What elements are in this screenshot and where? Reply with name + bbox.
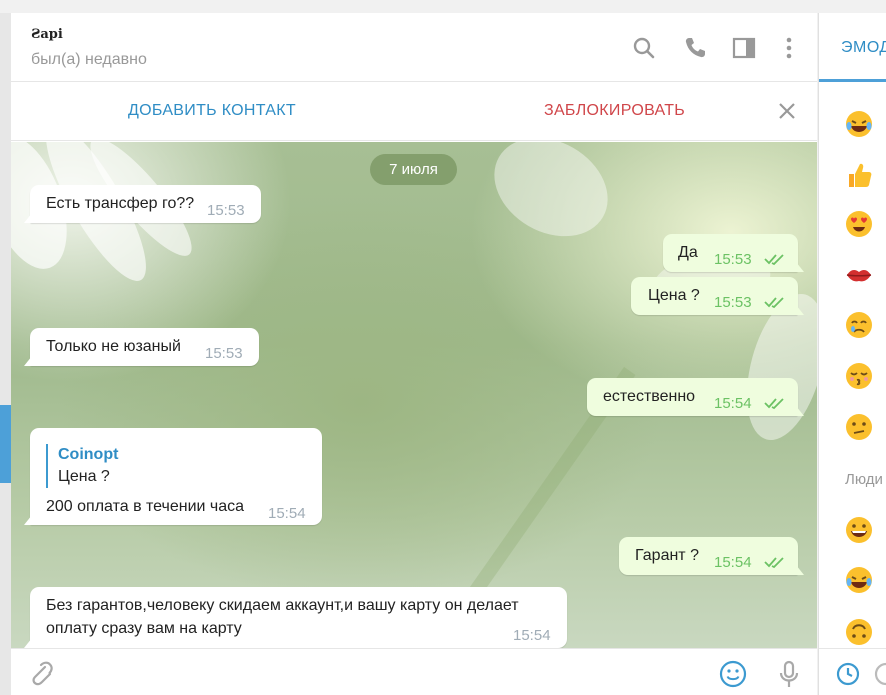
crying-icon[interactable] <box>843 309 875 341</box>
message-time: 15:53 <box>714 251 752 268</box>
message-time: 15:54 <box>714 554 752 571</box>
date-separator: 7 июля <box>370 154 457 185</box>
emoji-section-people: Люди <box>845 471 883 488</box>
bubble-tail <box>24 515 32 525</box>
message-text-line: Без гарантов,человеку скидаем аккаунт,и … <box>46 597 519 614</box>
message-text: Да <box>678 244 698 261</box>
kissing-closed-eyes-icon[interactable] <box>843 360 875 392</box>
bubble-tail <box>24 356 32 366</box>
active-chat-indicator[interactable] <box>0 405 11 483</box>
top-strip <box>0 0 886 13</box>
bubble-tail <box>796 305 804 315</box>
message-composer <box>11 648 817 695</box>
bubble-tail <box>796 406 804 416</box>
message-bubble-in[interactable]: Coinopt Цена ? 200 оплата в течении часа… <box>24 428 322 525</box>
message-time: 15:54 <box>268 505 306 522</box>
attach-icon[interactable] <box>25 659 55 689</box>
bubble-tail <box>796 262 804 272</box>
microphone-icon[interactable] <box>774 659 804 689</box>
chat-status: был(а) недавно <box>31 51 147 68</box>
double-check-icon <box>764 297 784 309</box>
message-text: Есть трансфер го?? <box>46 195 195 212</box>
recent-clock-icon[interactable] <box>835 661 861 687</box>
double-check-icon <box>764 557 784 569</box>
reply-quote-bar <box>46 444 48 488</box>
left-panel-edge <box>0 13 11 695</box>
message-time: 15:54 <box>513 627 551 644</box>
message-list[interactable]: 7 июля Есть трансфер го?? 15:53 Да 15:53… <box>11 142 817 648</box>
message-bubble-out[interactable]: естественно 15:54 <box>587 378 804 416</box>
upside-down-icon[interactable] <box>843 616 875 648</box>
emoji-icon[interactable] <box>718 659 748 689</box>
search-icon[interactable] <box>631 35 657 61</box>
message-time: 15:53 <box>714 294 752 311</box>
bubble-tail <box>24 213 32 223</box>
message-time: 15:53 <box>207 202 245 219</box>
heart-eyes-icon[interactable] <box>843 208 875 240</box>
message-bubble-in[interactable]: Без гарантов,человеку скидаем аккаунт,и … <box>24 587 567 648</box>
message-text: Цена ? <box>648 287 700 304</box>
message-bubble-in[interactable]: Только не юзаный 15:53 <box>24 328 259 366</box>
message-text: Гарант ? <box>635 547 699 564</box>
laughing-tears-icon[interactable] <box>843 108 875 140</box>
reply-author[interactable]: Coinopt <box>58 444 118 466</box>
bubble-tail <box>796 565 804 575</box>
bubble-tail <box>24 638 32 648</box>
message-bubble-out[interactable]: Цена ? 15:53 <box>631 277 804 315</box>
message-time: 15:53 <box>205 345 243 362</box>
phone-icon[interactable] <box>682 35 708 61</box>
laughing-tears-icon[interactable] <box>843 564 875 596</box>
people-category-icon[interactable] <box>873 661 886 687</box>
wallpaper-petal <box>476 142 626 256</box>
chat-title[interactable]: Ƨapi <box>31 27 63 42</box>
emoji-panel-footer <box>819 648 886 695</box>
reply-text[interactable]: Цена ? <box>58 466 110 488</box>
telegram-window: Ƨapi был(а) недавно ДОБАВИТЬ КОНТАКТ ЗАБ… <box>0 0 886 695</box>
double-check-icon <box>764 254 784 266</box>
confused-icon[interactable] <box>843 411 875 443</box>
contact-action-bar: ДОБАВИТЬ КОНТАКТ ЗАБЛОКИРОВАТЬ <box>11 83 817 141</box>
emoji-panel: ЭМОД Люди <box>818 13 886 695</box>
message-text: Только не юзаный <box>46 338 181 355</box>
message-time: 15:54 <box>714 395 752 412</box>
chat-area: Ƨapi был(а) недавно ДОБАВИТЬ КОНТАКТ ЗАБ… <box>11 13 817 695</box>
kiss-lips-icon[interactable] <box>843 259 875 291</box>
message-text: естественно <box>603 388 696 405</box>
message-bubble-in[interactable]: Есть трансфер го?? 15:53 <box>24 185 261 223</box>
chat-header: Ƨapi был(а) недавно <box>11 13 817 82</box>
more-options-icon[interactable] <box>776 35 802 61</box>
message-bubble-out[interactable]: Да 15:53 <box>663 234 804 272</box>
message-bubble-out[interactable]: Гарант ? 15:54 <box>619 537 804 575</box>
block-button[interactable]: ЗАБЛОКИРОВАТЬ <box>544 102 685 120</box>
message-text: 200 оплата в течении часа <box>46 498 245 515</box>
tab-underline <box>819 79 886 82</box>
close-icon[interactable] <box>776 100 798 122</box>
sidebar-toggle-icon[interactable] <box>731 35 757 61</box>
thumbs-up-icon[interactable] <box>843 159 875 191</box>
tab-emoji[interactable]: ЭМОД <box>841 39 886 57</box>
message-text-line: оплату сразу вам на карту <box>46 620 242 637</box>
add-contact-button[interactable]: ДОБАВИТЬ КОНТАКТ <box>128 102 296 120</box>
grinning-icon[interactable] <box>843 514 875 546</box>
double-check-icon <box>764 398 784 410</box>
